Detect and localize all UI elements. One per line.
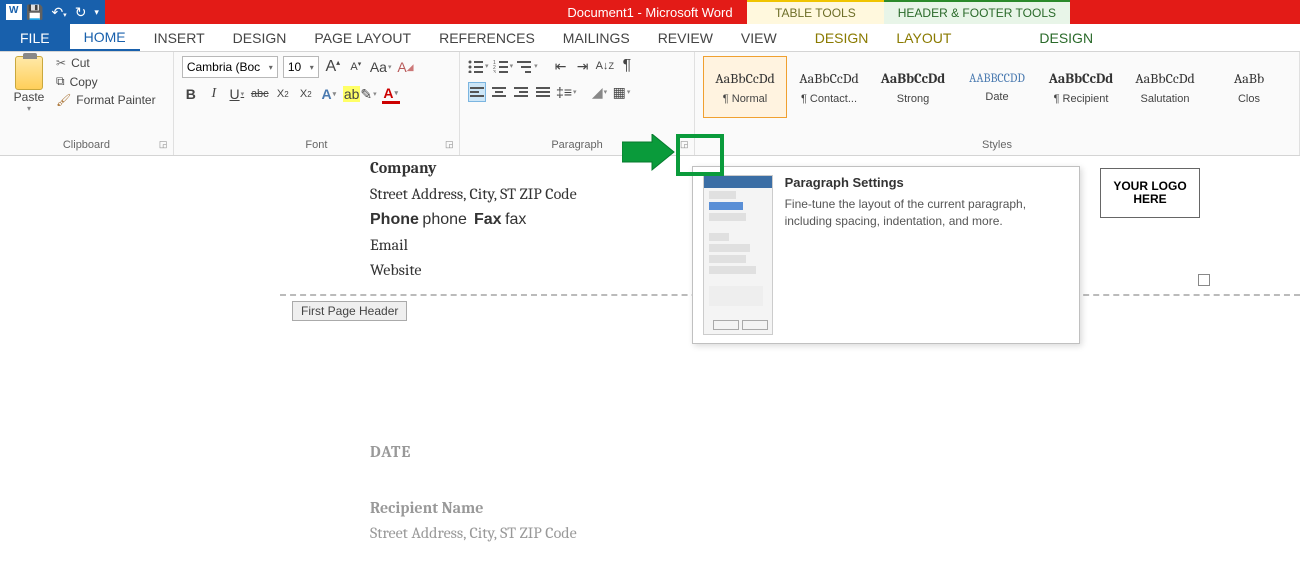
font-name-combo[interactable]: Cambria (Boc▾ bbox=[182, 56, 278, 78]
align-center-button[interactable] bbox=[490, 82, 508, 102]
tab-references[interactable]: REFERENCES bbox=[425, 24, 549, 51]
group-clipboard: Paste ▾ ✂Cut ⧉Copy 🖌Format Painter Clipb… bbox=[0, 52, 174, 155]
scissors-icon: ✂ bbox=[56, 56, 66, 70]
annotation-highlight-box bbox=[676, 134, 724, 176]
contextual-tool-tabs: TABLE TOOLS HEADER & FOOTER TOOLS bbox=[747, 0, 1070, 24]
word-app-icon[interactable] bbox=[6, 4, 22, 20]
title-bar: 💾 ↶▾ ↻ ▾ Document1 - Microsoft Word TABL… bbox=[0, 0, 1300, 24]
table-tools-context: TABLE TOOLS bbox=[747, 0, 884, 24]
tab-mailings[interactable]: MAILINGS bbox=[549, 24, 644, 51]
show-marks-button[interactable]: ¶ bbox=[618, 56, 636, 76]
strikethrough-button[interactable]: abc bbox=[251, 84, 269, 104]
styles-gallery[interactable]: AaBbCcDd¶ Normal AaBbCcDd¶ Contact... Aa… bbox=[703, 56, 1291, 118]
style-salutation[interactable]: AaBbCcDdSalutation bbox=[1123, 56, 1207, 118]
tooltip-body: Fine-tune the layout of the current para… bbox=[785, 196, 1069, 230]
first-page-header-tag[interactable]: First Page Header bbox=[292, 301, 407, 321]
tab-page-layout[interactable]: PAGE LAYOUT bbox=[300, 24, 425, 51]
style-recipient[interactable]: AaBbCcDd¶ Recipient bbox=[1039, 56, 1123, 118]
tab-review[interactable]: REVIEW bbox=[644, 24, 727, 51]
bold-button[interactable]: B bbox=[182, 84, 200, 104]
text-effects-button[interactable]: A▾ bbox=[320, 84, 338, 104]
shading-button[interactable]: ◢▾ bbox=[591, 82, 609, 102]
decrease-indent-button[interactable]: ⇤ bbox=[552, 56, 570, 76]
underline-button[interactable]: U▾ bbox=[228, 84, 246, 104]
doc-recipient-addr[interactable]: Street Address, City, ST ZIP Code bbox=[370, 521, 1240, 547]
font-size-combo[interactable]: 10▾ bbox=[283, 56, 319, 78]
grow-font-button[interactable]: A▴ bbox=[324, 57, 342, 77]
header-footer-tools-context: HEADER & FOOTER TOOLS bbox=[884, 0, 1070, 24]
style-normal[interactable]: AaBbCcDd¶ Normal bbox=[703, 56, 787, 118]
doc-date[interactable]: DATE bbox=[370, 440, 1240, 466]
ribbon-tabs: FILE HOME INSERT DESIGN PAGE LAYOUT REFE… bbox=[0, 24, 1300, 52]
tab-insert[interactable]: INSERT bbox=[140, 24, 219, 51]
tab-view[interactable]: VIEW bbox=[727, 24, 791, 51]
copy-button[interactable]: ⧉Copy bbox=[56, 74, 156, 89]
doc-recipient-name[interactable]: Recipient Name bbox=[370, 496, 1240, 522]
font-launcher-icon[interactable]: ◲ bbox=[445, 139, 457, 151]
qat-customize-icon[interactable]: ▾ bbox=[94, 7, 99, 18]
tab-hf-design[interactable]: DESIGN bbox=[985, 24, 1147, 51]
subscript-button[interactable]: X2 bbox=[274, 84, 292, 104]
font-color-button[interactable]: A▾ bbox=[382, 84, 400, 104]
redo-icon[interactable]: ↻ bbox=[75, 4, 87, 21]
copy-icon: ⧉ bbox=[56, 74, 65, 89]
tooltip-preview-image bbox=[703, 175, 773, 335]
paste-icon bbox=[15, 56, 43, 90]
document-canvas[interactable]: Company Street Address, City, ST ZIP Cod… bbox=[0, 156, 1300, 569]
highlight-button[interactable]: ab✎▾ bbox=[343, 84, 377, 104]
font-group-label: Font bbox=[182, 139, 451, 153]
save-icon[interactable]: 💾 bbox=[26, 4, 43, 21]
tab-table-layout[interactable]: LAYOUT bbox=[882, 24, 965, 51]
tab-file[interactable]: FILE bbox=[0, 24, 70, 51]
italic-button[interactable]: I bbox=[205, 84, 223, 104]
paste-label: Paste bbox=[14, 90, 45, 104]
tab-home[interactable]: HOME bbox=[70, 24, 140, 51]
align-right-button[interactable] bbox=[512, 82, 530, 102]
bullets-button[interactable]: ▾ bbox=[468, 56, 489, 76]
group-font: Cambria (Boc▾ 10▾ A▴ A▾ Aa▾ A◢ B I U▾ ab… bbox=[174, 52, 460, 155]
multilevel-list-button[interactable]: ▾ bbox=[517, 56, 538, 76]
format-painter-button[interactable]: 🖌Format Painter bbox=[56, 93, 156, 107]
sort-button[interactable]: A↓Z bbox=[596, 56, 614, 76]
paste-button[interactable]: Paste ▾ bbox=[8, 56, 50, 113]
style-date[interactable]: AABBCCDDDate bbox=[955, 56, 1039, 118]
clear-formatting-button[interactable]: A◢ bbox=[396, 57, 414, 77]
justify-button[interactable] bbox=[534, 82, 552, 102]
clipboard-group-label: Clipboard bbox=[8, 139, 165, 153]
numbering-button[interactable]: 123▾ bbox=[493, 56, 514, 76]
tooltip-title: Paragraph Settings bbox=[785, 175, 1069, 190]
align-left-button[interactable] bbox=[468, 82, 486, 102]
borders-button[interactable]: ▦▾ bbox=[613, 82, 631, 102]
clipboard-launcher-icon[interactable]: ◲ bbox=[159, 139, 171, 151]
paragraph-settings-tooltip: Paragraph Settings Fine-tune the layout … bbox=[692, 166, 1080, 344]
shrink-font-button[interactable]: A▾ bbox=[347, 57, 365, 77]
logo-placeholder[interactable]: YOUR LOGO HERE bbox=[1100, 168, 1200, 218]
quick-access-toolbar: 💾 ↶▾ ↻ ▾ bbox=[0, 0, 105, 24]
document-title: Document1 - Microsoft Word bbox=[567, 5, 732, 20]
tab-table-design[interactable]: DESIGN bbox=[801, 24, 883, 51]
superscript-button[interactable]: X2 bbox=[297, 84, 315, 104]
group-styles: AaBbCcDd¶ Normal AaBbCcDd¶ Contact... Aa… bbox=[695, 52, 1300, 155]
anchor-icon bbox=[1198, 274, 1210, 286]
undo-icon[interactable]: ↶▾ bbox=[51, 4, 66, 21]
annotation-arrow-icon bbox=[622, 134, 676, 174]
style-strong[interactable]: AaBbCcDdStrong bbox=[871, 56, 955, 118]
styles-group-label: Styles bbox=[703, 139, 1291, 153]
style-closing[interactable]: AaBbClos bbox=[1207, 56, 1291, 118]
brush-icon: 🖌 bbox=[56, 93, 71, 107]
increase-indent-button[interactable]: ⇥ bbox=[574, 56, 592, 76]
svg-text:3: 3 bbox=[493, 70, 496, 73]
line-spacing-button[interactable]: ‡≡▾ bbox=[556, 82, 576, 102]
change-case-button[interactable]: Aa▾ bbox=[370, 57, 392, 77]
cut-button[interactable]: ✂Cut bbox=[56, 56, 156, 70]
style-contact[interactable]: AaBbCcDd¶ Contact... bbox=[787, 56, 871, 118]
tab-design[interactable]: DESIGN bbox=[219, 24, 301, 51]
